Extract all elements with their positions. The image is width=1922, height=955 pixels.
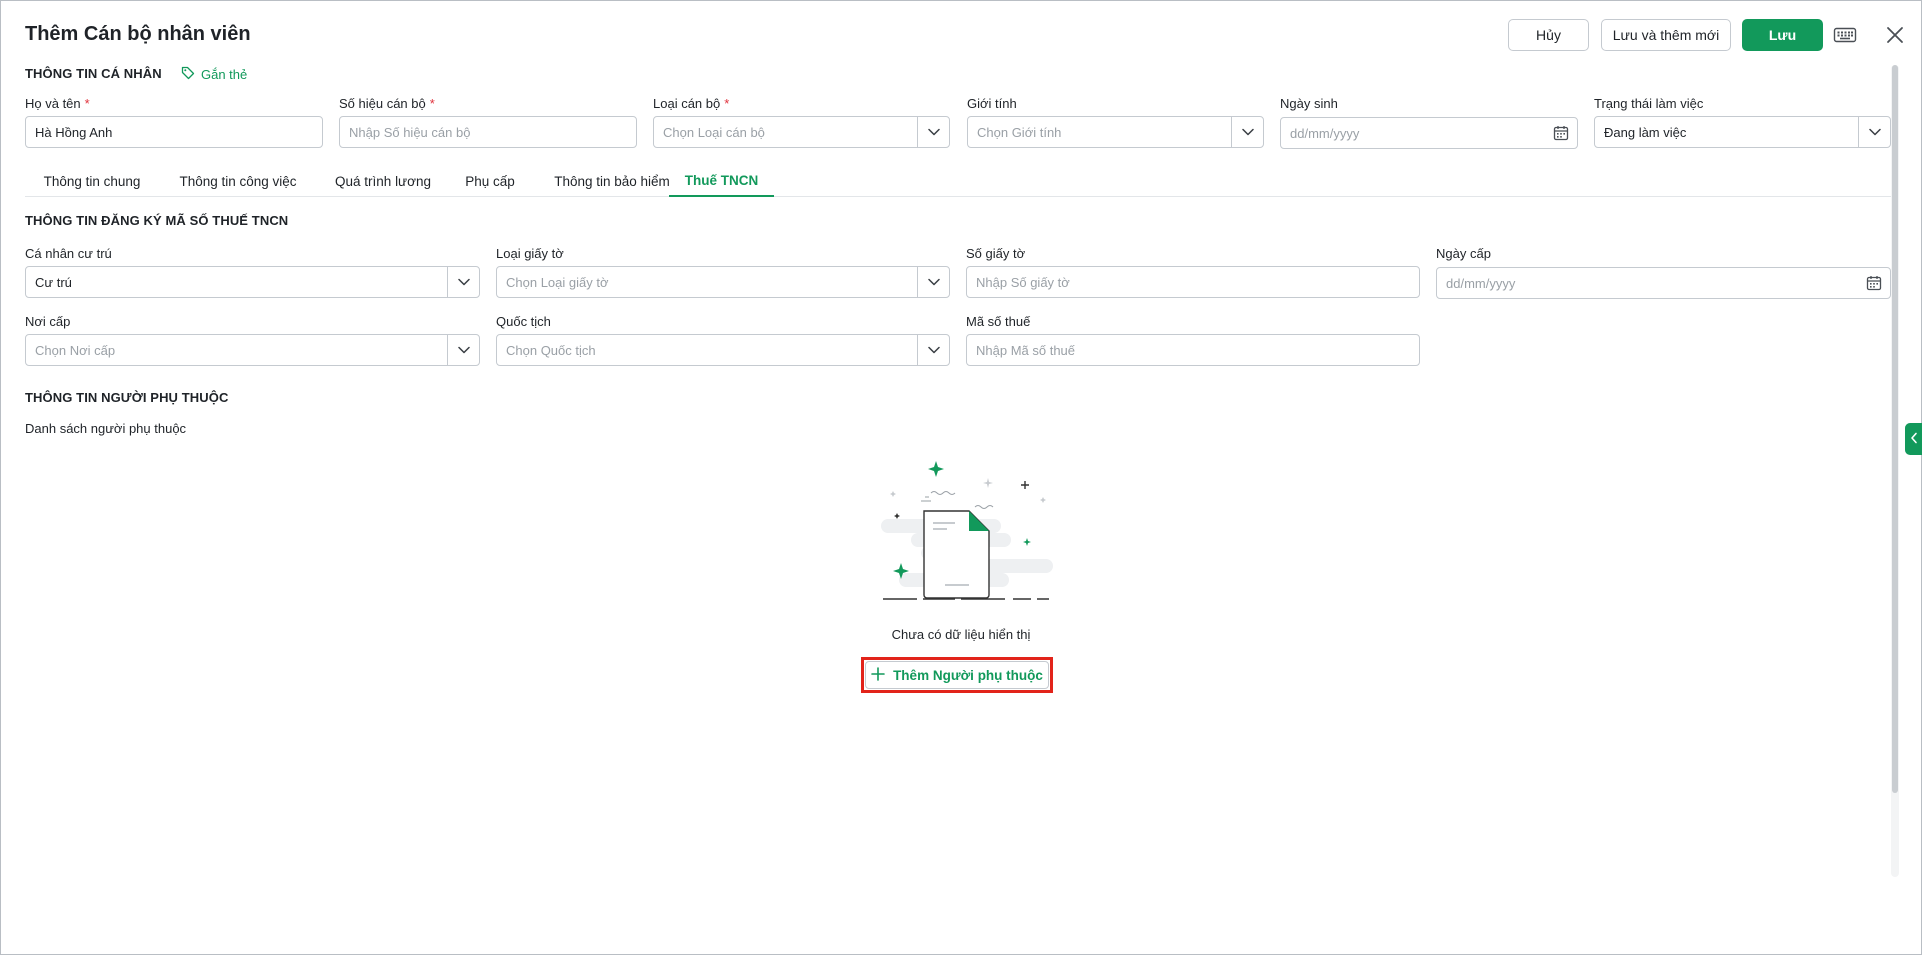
- close-icon[interactable]: [1883, 23, 1907, 47]
- save-button[interactable]: Lưu: [1742, 19, 1823, 51]
- save-and-new-button[interactable]: Lưu và thêm mới: [1601, 19, 1731, 51]
- chevron-down-icon[interactable]: [917, 117, 949, 147]
- doc-type-label: Loại giấy tờ: [496, 246, 564, 261]
- calendar-icon[interactable]: [1866, 275, 1882, 291]
- required-mark: *: [84, 96, 90, 111]
- add-dependent-button[interactable]: Thêm Người phụ thuộc: [865, 661, 1049, 689]
- staff-type-select[interactable]: Chọn Loại cán bộ: [653, 116, 950, 148]
- required-mark: *: [724, 96, 730, 111]
- side-panel-toggle[interactable]: [1905, 423, 1922, 455]
- chevron-down-icon[interactable]: [1231, 117, 1263, 147]
- empty-state-text: Chưa có dữ liệu hiển thị: [891, 627, 1031, 642]
- tag-button-label: Gắn thẻ: [201, 66, 248, 82]
- issue-date-label: Ngày cấp: [1436, 246, 1491, 261]
- chevron-left-icon: [1910, 431, 1918, 447]
- staff-code-label: Số hiệu cán bộ *: [339, 96, 435, 111]
- doc-number-input[interactable]: Nhập Số giấy tờ: [966, 266, 1420, 298]
- tab-salary-history[interactable]: Quá trình lương: [317, 165, 449, 197]
- tax-code-input[interactable]: Nhập Mã số thuế: [966, 334, 1420, 366]
- tax-section-title: THÔNG TIN ĐĂNG KÝ MÃ SỐ THUẾ TNCN: [25, 213, 289, 228]
- birth-date-input[interactable]: dd/mm/yyyy: [1280, 117, 1578, 149]
- chevron-down-icon[interactable]: [917, 267, 949, 297]
- required-mark: *: [429, 96, 435, 111]
- chevron-down-icon[interactable]: [447, 267, 479, 297]
- full-name-label: Họ và tên *: [25, 96, 90, 111]
- tab-general-info[interactable]: Thông tin chung: [25, 165, 159, 197]
- staff-type-label: Loại cán bộ *: [653, 96, 730, 111]
- full-name-input[interactable]: Hà Hồng Anh: [25, 116, 323, 148]
- residency-label: Cá nhân cư trú: [25, 246, 112, 261]
- chevron-down-icon[interactable]: [1858, 117, 1890, 147]
- tab-personal-income-tax[interactable]: Thuế TNCN: [669, 165, 774, 197]
- doc-number-label: Số giấy tờ: [966, 246, 1026, 261]
- issue-date-input[interactable]: dd/mm/yyyy: [1436, 267, 1891, 299]
- birth-date-label: Ngày sinh: [1280, 96, 1338, 111]
- gender-select[interactable]: Chọn Giới tính: [967, 116, 1264, 148]
- tab-job-info[interactable]: Thông tin công việc: [159, 165, 317, 197]
- empty-state-illustration: [881, 461, 1053, 603]
- calendar-icon[interactable]: [1553, 125, 1569, 141]
- dialog-header: Thêm Cán bộ nhân viên Hủy Lưu và thêm mớ…: [25, 19, 1903, 59]
- tag-button[interactable]: Gắn thẻ: [181, 65, 247, 83]
- tag-icon: [181, 66, 195, 83]
- add-dependent-label: Thêm Người phụ thuộc: [893, 667, 1043, 683]
- work-status-select[interactable]: Đang làm việc: [1594, 116, 1891, 148]
- residency-select[interactable]: Cư trú: [25, 266, 480, 298]
- issue-place-select[interactable]: Chọn Nơi cấp: [25, 334, 480, 366]
- plus-icon: [871, 666, 885, 684]
- chevron-down-icon[interactable]: [447, 335, 479, 365]
- tab-allowance[interactable]: Phụ cấp: [449, 165, 531, 197]
- tax-code-label: Mã số thuế: [966, 314, 1031, 329]
- keyboard-icon[interactable]: [1833, 25, 1857, 45]
- page-title: Thêm Cán bộ nhân viên: [25, 23, 251, 45]
- dependents-section-title: THÔNG TIN NGƯỜI PHỤ THUỘC: [25, 390, 229, 405]
- employee-form-dialog: Thêm Cán bộ nhân viên Hủy Lưu và thêm mớ…: [0, 0, 1922, 955]
- nationality-select[interactable]: Chọn Quốc tịch: [496, 334, 950, 366]
- tab-bar: Thông tin chung Thông tin công việc Quá …: [25, 165, 1891, 197]
- doc-type-select[interactable]: Chọn Loại giấy tờ: [496, 266, 950, 298]
- add-dependent-highlight: Thêm Người phụ thuộc: [861, 657, 1053, 693]
- gender-label: Giới tính: [967, 96, 1017, 111]
- staff-code-input[interactable]: Nhập Số hiệu cán bộ: [339, 116, 637, 148]
- issue-place-label: Nơi cấp: [25, 314, 71, 329]
- nationality-label: Quốc tịch: [496, 314, 551, 329]
- personal-section-title: THÔNG TIN CÁ NHÂN: [25, 66, 162, 81]
- chevron-down-icon[interactable]: [917, 335, 949, 365]
- dependents-list-label: Danh sách người phụ thuộc: [25, 421, 187, 436]
- cancel-button[interactable]: Hủy: [1508, 19, 1589, 51]
- work-status-label: Trạng thái làm việc: [1594, 96, 1704, 111]
- scrollbar-thumb[interactable]: [1892, 65, 1898, 793]
